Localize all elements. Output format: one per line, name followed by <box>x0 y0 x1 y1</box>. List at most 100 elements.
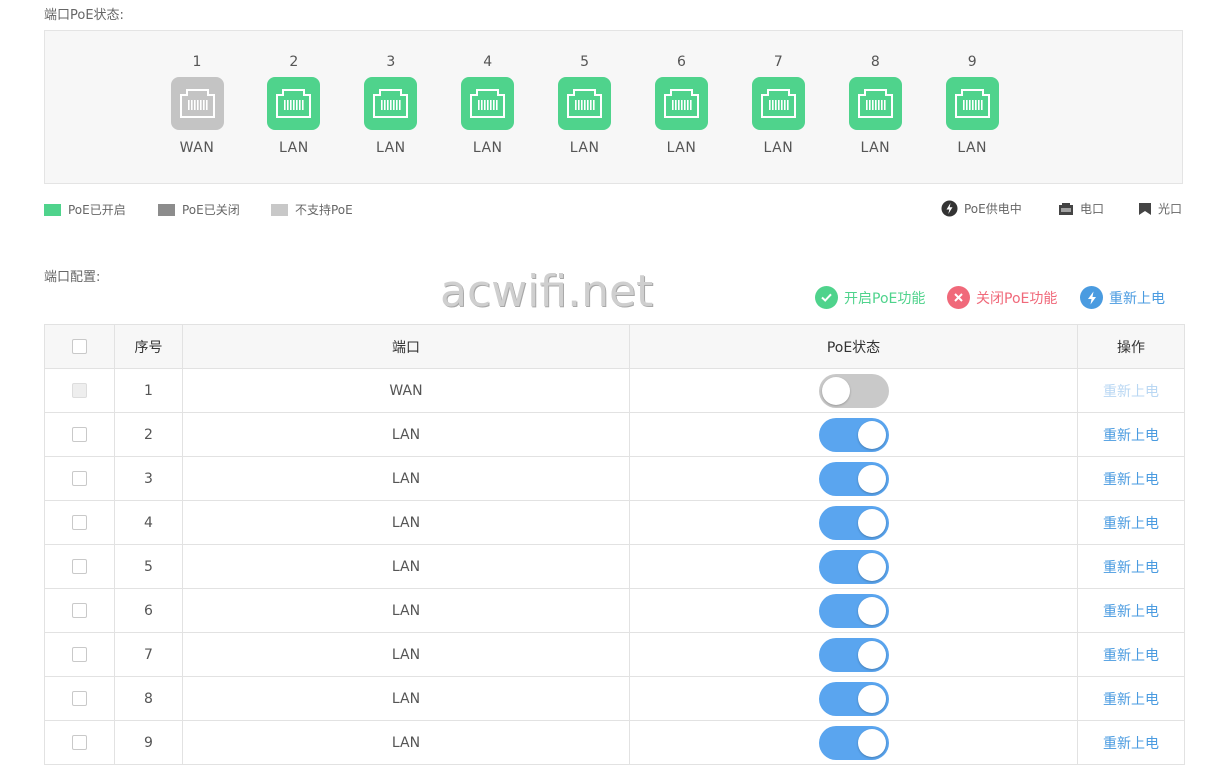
port-8: 8 LAN <box>845 53 905 156</box>
legend-poe-on: PoE已开启 <box>44 201 126 218</box>
poe-toggle[interactable] <box>818 373 889 408</box>
optical-port-icon <box>1139 202 1151 215</box>
enable-poe-button[interactable]: 开启PoE功能 <box>815 286 925 309</box>
repower-link[interactable]: 重新上电 <box>1103 428 1159 444</box>
port-tile <box>655 77 708 130</box>
poe-toggle[interactable] <box>818 461 889 496</box>
repower-link[interactable]: 重新上电 <box>1103 560 1159 576</box>
port-number: 4 <box>483 54 493 70</box>
row-operation-cell: 重新上电 <box>1077 720 1185 765</box>
toggle-knob <box>857 728 886 757</box>
legend-swatch-off <box>158 203 175 216</box>
repower-link[interactable]: 重新上电 <box>1103 692 1159 708</box>
legend-swatch-on <box>44 203 61 216</box>
port-type: LAN <box>279 140 309 156</box>
port-7: 7 LAN <box>748 53 808 156</box>
poe-toggle[interactable] <box>818 725 889 760</box>
row-checkbox[interactable] <box>72 515 87 530</box>
port-number: 7 <box>773 54 783 70</box>
poe-toggle[interactable] <box>818 549 889 584</box>
ethernet-port-icon <box>760 89 796 118</box>
table-row: 3 LAN 重新上电 <box>44 456 1185 501</box>
header-poe-status: PoE状态 <box>629 324 1078 369</box>
table-row: 8 LAN 重新上电 <box>44 676 1185 721</box>
row-poe-status-cell <box>629 720 1078 765</box>
port-type: LAN <box>569 140 600 156</box>
check-icon <box>815 286 838 309</box>
port-tile <box>751 77 805 130</box>
row-operation-cell: 重新上电 <box>1077 456 1185 501</box>
legend-poe-on-label: PoE已开启 <box>68 203 126 217</box>
table-row: 1 WAN 重新上电 <box>44 368 1185 413</box>
toggle-knob <box>857 552 886 581</box>
row-checkbox[interactable] <box>72 559 87 574</box>
port-tile <box>170 77 224 130</box>
port-panel: 1 WAN 2 LAN 3 LAN 4 LAN 5 LAN 6 LAN 7 LAN 8 LAN 9 LAN <box>44 30 1183 184</box>
lightning-icon <box>941 200 958 217</box>
repower-link[interactable]: 重新上电 <box>1103 736 1159 752</box>
repower-link[interactable]: 重新上电 <box>1103 648 1159 664</box>
port-3: 3 LAN <box>361 53 421 156</box>
repower-link[interactable]: 重新上电 <box>1103 604 1159 620</box>
port-tile <box>267 77 321 130</box>
close-icon <box>947 286 970 309</box>
port-4: 4 LAN <box>458 53 518 156</box>
row-operation-cell: 重新上电 <box>1077 676 1185 721</box>
ethernet-port-icon <box>857 89 893 118</box>
row-checkbox[interactable] <box>72 647 87 662</box>
row-checkbox[interactable] <box>72 603 87 618</box>
row-operation-cell: 重新上电 <box>1077 500 1185 545</box>
port-type: LAN <box>472 140 503 156</box>
header-port: 端口 <box>182 324 630 369</box>
repower-all-button[interactable]: 重新上电 <box>1080 286 1165 309</box>
poe-toggle[interactable] <box>818 505 889 540</box>
row-select-cell <box>44 588 115 633</box>
header-index: 序号 <box>114 324 183 369</box>
toggle-knob <box>857 640 886 669</box>
row-checkbox[interactable] <box>72 427 87 442</box>
port-number: 6 <box>677 54 686 70</box>
ethernet-port-icon <box>470 89 506 118</box>
repower-link[interactable]: 重新上电 <box>1103 472 1159 488</box>
toggle-knob <box>857 684 886 713</box>
ethernet-port-icon <box>373 89 409 118</box>
row-index: 4 <box>114 500 183 545</box>
port-2: 2 LAN <box>264 53 324 156</box>
poe-toggle[interactable] <box>818 417 889 452</box>
disable-poe-button[interactable]: 关闭PoE功能 <box>947 286 1057 309</box>
port-tile <box>364 77 418 130</box>
port-tile <box>558 77 612 130</box>
disable-poe-label: 关闭PoE功能 <box>976 290 1058 307</box>
row-port: LAN <box>182 632 630 677</box>
row-poe-status-cell <box>629 456 1078 501</box>
header-operation: 操作 <box>1077 324 1185 369</box>
legend-swatch-unsupported <box>271 203 288 216</box>
row-index: 7 <box>114 632 183 677</box>
row-port: LAN <box>182 456 630 501</box>
poe-toggle[interactable] <box>818 637 889 672</box>
row-checkbox[interactable] <box>72 471 87 486</box>
row-poe-status-cell <box>629 368 1078 413</box>
row-checkbox[interactable] <box>72 691 87 706</box>
legend-poe-supplying: PoE供电中 <box>941 200 1022 217</box>
select-all-checkbox[interactable] <box>72 339 87 354</box>
legend-poe-off: PoE已关闭 <box>158 201 240 218</box>
row-port: LAN <box>182 676 630 721</box>
port-type: LAN <box>375 140 406 156</box>
row-port: LAN <box>182 500 630 545</box>
ethernet-port-icon <box>664 89 699 118</box>
port-type: LAN <box>860 140 891 156</box>
port-number: 1 <box>192 54 202 70</box>
legend-no-poe: 不支持PoE <box>271 201 353 218</box>
row-select-cell <box>44 676 115 721</box>
row-operation-cell: 重新上电 <box>1077 368 1185 413</box>
port-9: 9 LAN <box>942 53 1002 156</box>
toggle-knob <box>857 596 886 625</box>
poe-toggle[interactable] <box>818 593 889 628</box>
table-header-row: 序号 端口 PoE状态 操作 <box>44 324 1185 369</box>
toggle-knob <box>821 376 850 405</box>
row-checkbox[interactable] <box>72 735 87 750</box>
poe-toggle[interactable] <box>818 681 889 716</box>
legend-poe-off-label: PoE已关闭 <box>182 203 240 217</box>
repower-link[interactable]: 重新上电 <box>1103 516 1159 532</box>
